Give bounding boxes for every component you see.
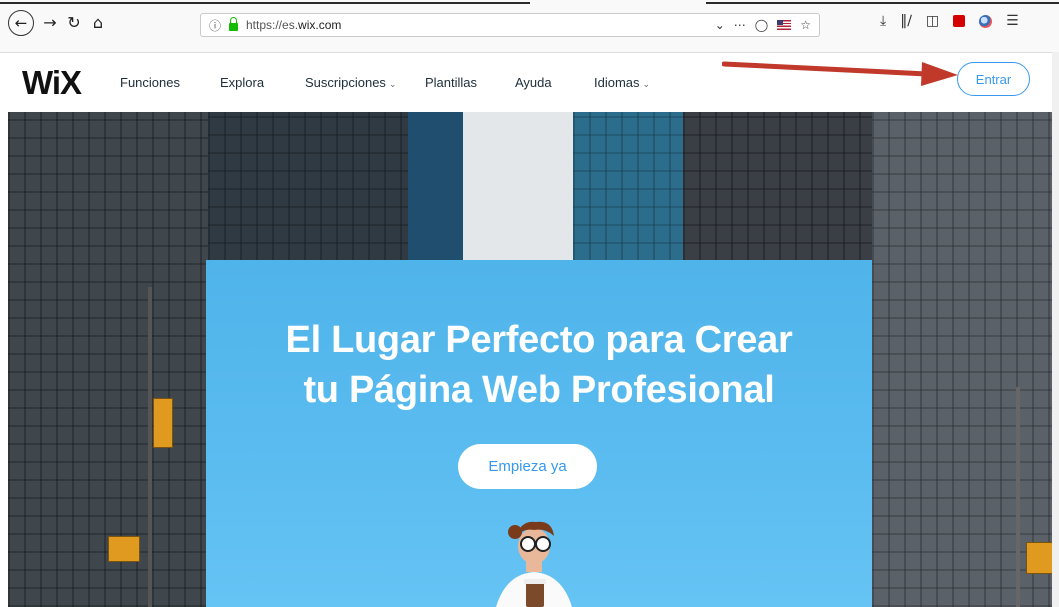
traffic-light [153,398,173,448]
download-icon[interactable]: ⤓ [880,13,886,29]
lock-icon[interactable] [229,17,238,31]
glass-tower [408,112,463,262]
wix-logo[interactable]: WiX [22,64,82,102]
start-now-button[interactable]: Empieza ya [458,444,597,489]
login-button[interactable]: Entrar [957,62,1030,96]
hero-panel: El Lugar Perfecto para Crear tu Página W… [206,260,872,607]
pdf-extension-icon[interactable] [953,15,966,27]
more-actions-icon[interactable]: ⋯ [734,18,746,32]
url-text[interactable]: https://es.wix.com [246,18,341,32]
street-pole [1016,387,1020,607]
reload-button[interactable]: ↻ [64,10,84,34]
chevron-down-icon[interactable]: ⌄ [715,18,725,32]
nav-explora[interactable]: Explora [220,75,264,90]
chevron-down-icon: ⌄ [642,79,651,89]
tab-border [0,2,530,4]
library-icon[interactable]: ‖∕ [900,13,912,29]
back-button[interactable]: ← [8,10,34,36]
traffic-light [108,536,140,562]
extension-icon[interactable] [979,14,993,28]
traffic-light [1026,542,1052,574]
forward-button[interactable]: → [40,10,60,34]
nav-plantillas[interactable]: Plantillas [425,75,477,90]
sidebar-icon[interactable]: ◫ [926,13,939,29]
pocket-icon[interactable]: ◯ [755,18,768,32]
browser-toolbar: ← → ↻ ⌂ ⓘ https://es.wix.com ⌄ ⋯ ◯ ☆ ⤓ ‖… [0,0,1059,52]
home-button[interactable]: ⌂ [88,10,108,34]
scrollbar[interactable] [1052,52,1059,607]
hero-section: El Lugar Perfecto para Crear tu Página W… [8,112,1052,607]
tab-strip [0,0,1059,4]
street-pole [148,287,152,607]
address-bar[interactable]: ⓘ https://es.wix.com ⌄ ⋯ ◯ ☆ [200,13,820,37]
woman-with-coffee-image [496,521,572,607]
tab-border [706,2,1059,4]
hero-headline: El Lugar Perfecto para Crear tu Página W… [285,319,793,411]
nav-suscripciones[interactable]: Suscripciones ⌄ [305,75,396,90]
nav-ayuda[interactable]: Ayuda [515,75,552,90]
red-arrow-annotation [722,61,958,86]
nav-idiomas[interactable]: Idiomas ⌄ [594,75,650,90]
us-flag-icon[interactable] [777,20,792,30]
nav-funciones[interactable]: Funciones [120,75,180,90]
menu-icon[interactable]: ☰ [1006,13,1019,29]
sky [463,112,573,262]
chevron-down-icon: ⌄ [388,79,397,89]
bookmark-star-icon[interactable]: ☆ [800,18,811,32]
info-icon[interactable]: ⓘ [209,17,223,34]
